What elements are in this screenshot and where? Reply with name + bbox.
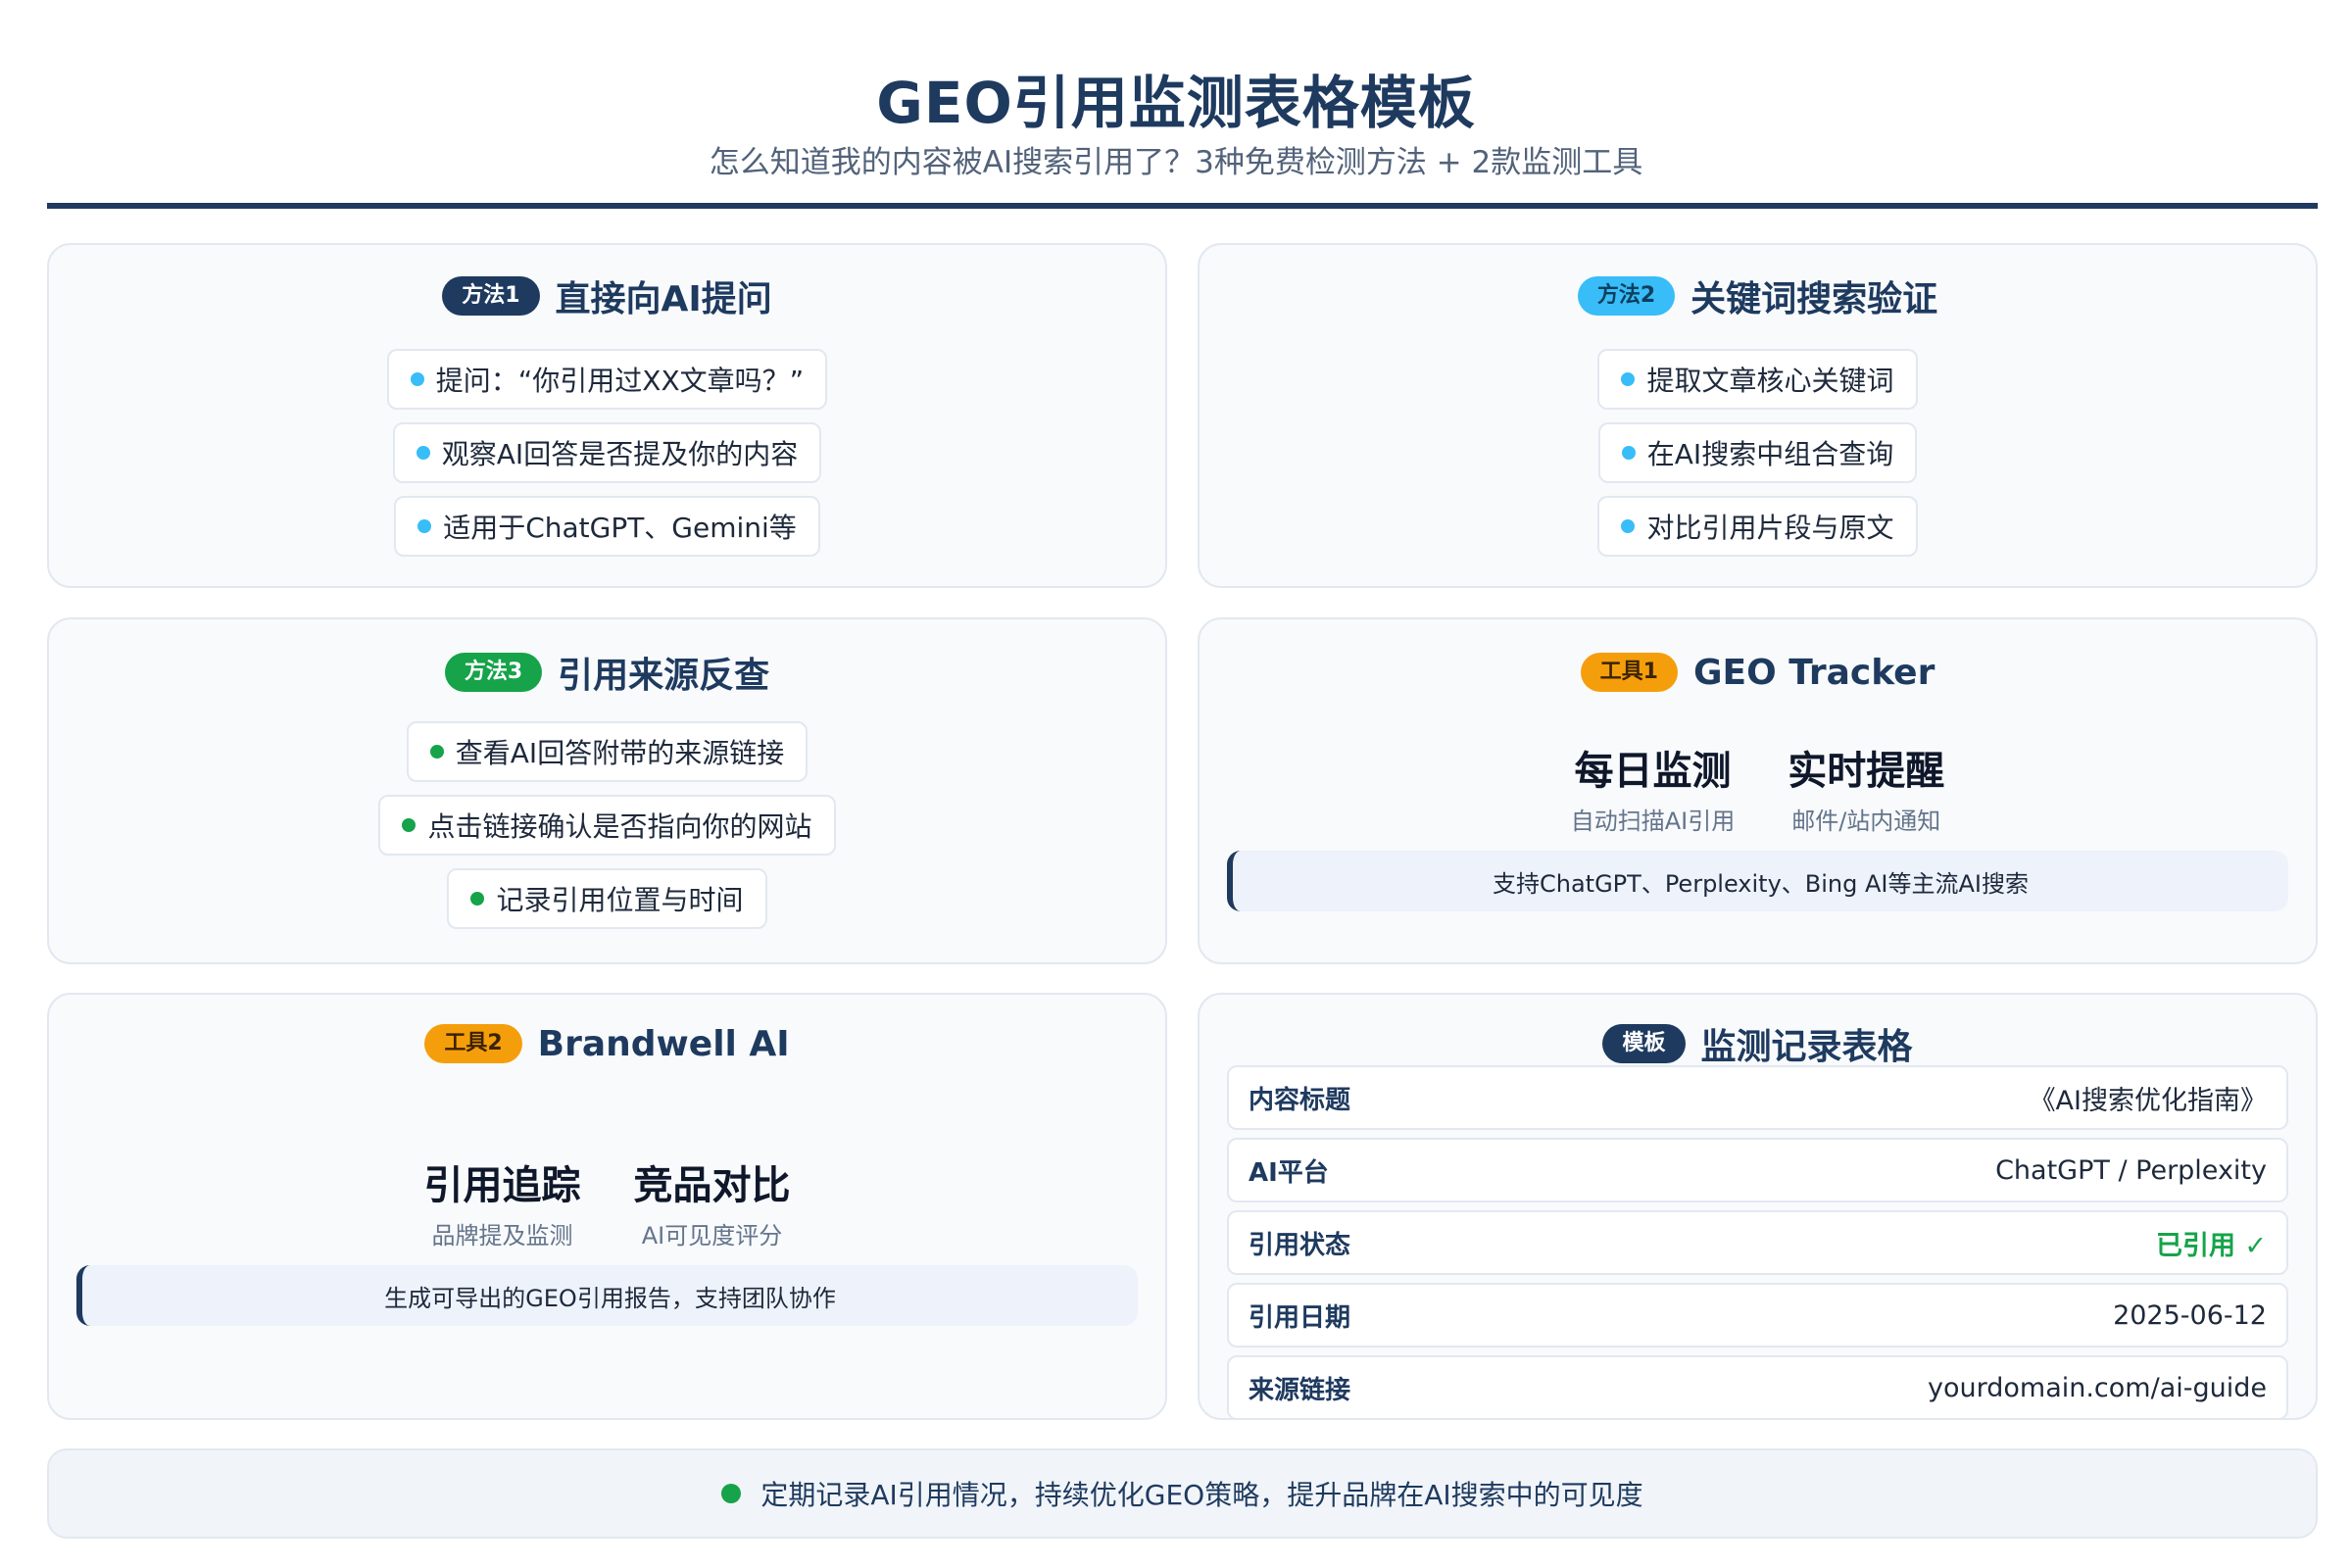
list-item: 对比引用片段与原文	[1597, 496, 1918, 557]
page: GEO引用监测表格模板 怎么知道我的内容被AI搜索引用了？3种免费检测方法 + …	[0, 0, 2352, 1568]
tool2-header: 工具2 Brandwell AI	[49, 1004, 1165, 1083]
feature-item: 竞品对比 AI可见度评分	[633, 1163, 791, 1250]
bullet-dot-icon	[1621, 372, 1636, 386]
bullet-dot-icon	[1621, 519, 1636, 533]
list-item: 提取文章核心关键词	[1597, 349, 1918, 410]
list-item: 查看AI回答附带的来源链接	[406, 721, 808, 782]
tool2-note: 生成可导出的GEO引用报告，支持团队协作	[76, 1265, 1138, 1326]
table-row: 引用状态 已引用 ✓	[1227, 1210, 2288, 1275]
method1-card: 方法1 直接向AI提问 提问：“你引用过XX文章吗？” 观察AI回答是否提及你的…	[47, 243, 1167, 588]
tool2-card: 工具2 Brandwell AI 引用追踪 品牌提及监测 竞品对比 AI可见度评…	[47, 993, 1167, 1420]
method3-list: 查看AI回答附带的来源链接 点击链接确认是否指向你的网站 记录引用位置与时间	[49, 721, 1165, 929]
method2-header: 方法2 关键词搜索验证	[1200, 257, 2316, 335]
tool1-header: 工具1 GEO Tracker	[1200, 633, 2316, 711]
list-item: 记录引用位置与时间	[447, 868, 767, 929]
template-title: 监测记录表格	[1700, 1027, 1913, 1067]
table-row: 来源链接 yourdomain.com/ai-guide	[1227, 1355, 2288, 1420]
feature-item: 引用追踪 品牌提及监测	[423, 1163, 581, 1250]
method1-title: 直接向AI提问	[555, 279, 772, 319]
feature-item: 每日监测 自动扫描AI引用	[1570, 749, 1736, 835]
table-row: AI平台 ChatGPT / Perplexity	[1227, 1138, 2288, 1202]
bullet-dot-icon	[417, 519, 432, 533]
template-card: 模板 监测记录表格 内容标题 《AI搜索优化指南》 AI平台 ChatGPT /…	[1198, 993, 2318, 1420]
tool2-title: Brandwell AI	[537, 1023, 790, 1064]
method2-list: 提取文章核心关键词 在AI搜索中组合查询 对比引用片段与原文	[1200, 349, 2316, 557]
tool1-features: 每日监测 自动扫描AI引用 实时提醒 邮件/站内通知	[1200, 739, 2316, 836]
tool2-badge: 工具2	[424, 1024, 522, 1063]
table-row: 引用日期 2025-06-12	[1227, 1283, 2288, 1348]
bullet-dot-icon	[1621, 446, 1636, 460]
bullet-dot-icon	[402, 818, 416, 832]
method1-badge: 方法1	[442, 276, 540, 316]
footer-banner: 定期记录AI引用情况，持续优化GEO策略，提升品牌在AI搜索中的可见度	[47, 1448, 2318, 1539]
template-badge: 模板	[1602, 1024, 1686, 1063]
method1-header: 方法1 直接向AI提问	[49, 257, 1165, 335]
page-subtitle: 怎么知道我的内容被AI搜索引用了？3种免费检测方法 + 2款监测工具	[709, 145, 1643, 180]
method3-header: 方法3 引用来源反查	[49, 633, 1165, 711]
tool2-features: 引用追踪 品牌提及监测 竞品对比 AI可见度评分	[49, 1153, 1165, 1250]
tool1-note: 支持ChatGPT、Perplexity、Bing AI等主流AI搜索	[1227, 851, 2288, 911]
footer-text: 定期记录AI引用情况，持续优化GEO策略，提升品牌在AI搜索中的可见度	[760, 1479, 1643, 1511]
method2-badge: 方法2	[1577, 276, 1676, 316]
page-title: GEO引用监测表格模板	[876, 70, 1476, 136]
method3-title: 引用来源反查	[558, 656, 770, 696]
bullet-dot-icon	[429, 745, 444, 759]
tool1-card: 工具1 GEO Tracker 每日监测 自动扫描AI引用 实时提醒 邮件/站内…	[1198, 617, 2318, 964]
list-item: 适用于ChatGPT、Gemini等	[394, 496, 820, 557]
list-item: 提问：“你引用过XX文章吗？”	[386, 349, 828, 410]
method2-card: 方法2 关键词搜索验证 提取文章核心关键词 在AI搜索中组合查询 对比引用片段与…	[1198, 243, 2318, 588]
feature-item: 实时提醒 邮件/站内通知	[1788, 749, 1945, 835]
method1-list: 提问：“你引用过XX文章吗？” 观察AI回答是否提及你的内容 适用于ChatGP…	[49, 349, 1165, 557]
status-badge: 已引用 ✓	[2155, 1230, 2267, 1261]
bullet-dot-icon	[410, 372, 424, 386]
list-item: 在AI搜索中组合查询	[1597, 422, 1918, 483]
table-row: 内容标题 《AI搜索优化指南》	[1227, 1065, 2288, 1130]
header-divider	[47, 203, 2318, 209]
method3-card: 方法3 引用来源反查 查看AI回答附带的来源链接 点击链接确认是否指向你的网站 …	[47, 617, 1167, 964]
method3-badge: 方法3	[444, 653, 543, 692]
bullet-dot-icon	[470, 892, 485, 906]
method2-title: 关键词搜索验证	[1690, 279, 1938, 319]
bullet-dot-icon	[416, 446, 430, 460]
tool1-title: GEO Tracker	[1692, 652, 1936, 693]
list-item: 观察AI回答是否提及你的内容	[392, 422, 822, 483]
list-item: 点击链接确认是否指向你的网站	[378, 795, 836, 856]
status-dot-icon	[721, 1484, 742, 1503]
tool1-badge: 工具1	[1580, 653, 1678, 692]
